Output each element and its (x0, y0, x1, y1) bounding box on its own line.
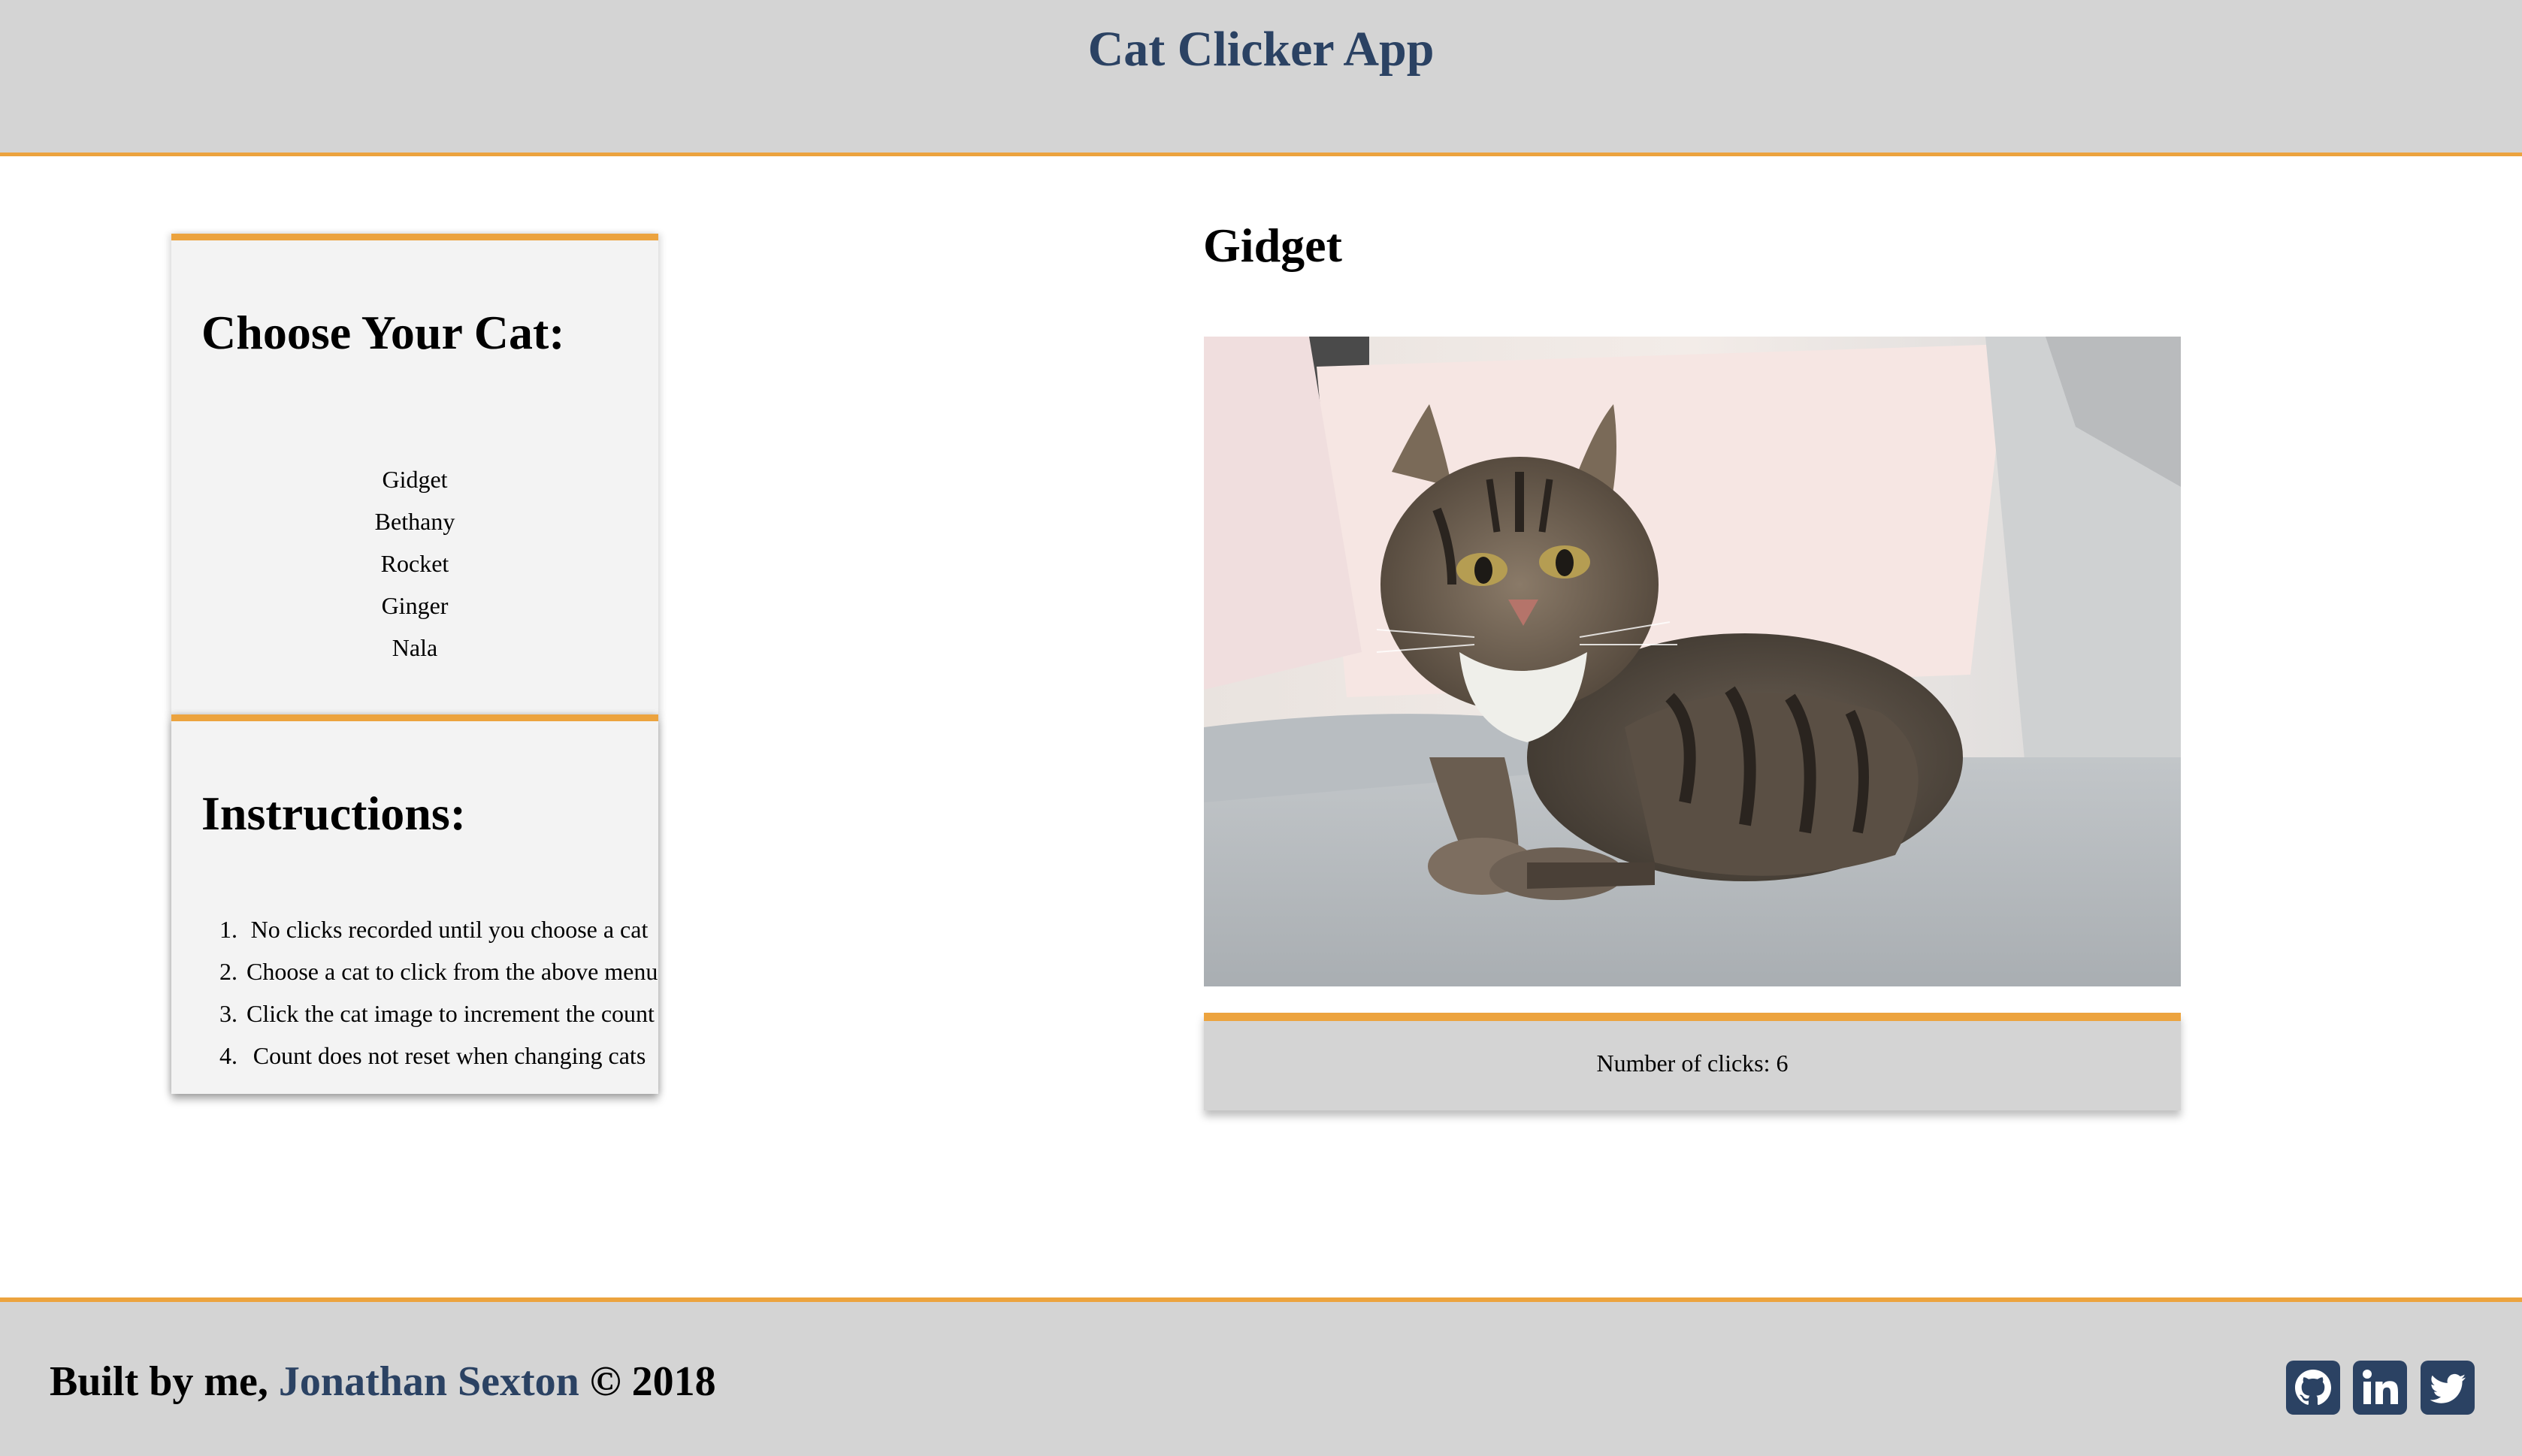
twitter-icon[interactable] (2421, 1361, 2475, 1415)
cat-list-item-nala[interactable]: Nala (171, 627, 658, 669)
clicks-count-text: Number of clicks: 6 (1596, 1050, 1789, 1077)
app-title: Cat Clicker App (1087, 22, 1435, 77)
instruction-text: Choose a cat to click from the above men… (246, 958, 658, 985)
linkedin-icon[interactable] (2353, 1361, 2407, 1415)
clicks-counter: Number of clicks: 6 (1204, 1013, 2181, 1110)
selected-cat-name: Gidget (1203, 219, 1342, 272)
instruction-item: 1. No clicks recorded until you choose a… (171, 908, 658, 950)
cat-menu-panel: Choose Your Cat: Gidget Bethany Rocket G… (171, 234, 658, 716)
instruction-item: 4. Count does not reset when changing ca… (171, 1035, 658, 1077)
footer: Built by me, Jonathan Sexton © 2018 (0, 1297, 2522, 1456)
cat-menu-heading: Choose Your Cat: (201, 306, 565, 359)
instructions-heading: Instructions: (201, 787, 467, 840)
instruction-number: 3. (219, 1000, 237, 1027)
instruction-item: 2. Choose a cat to click from the above … (171, 950, 658, 992)
instruction-number: 2. (219, 958, 237, 985)
instruction-number: 4. (219, 1042, 237, 1069)
footer-prefix: Built by me, (50, 1358, 279, 1405)
footer-credit: Built by me, Jonathan Sexton © 2018 (50, 1358, 716, 1406)
instruction-number: 1. (219, 916, 237, 943)
author-link[interactable]: Jonathan Sexton (279, 1358, 579, 1405)
cat-list-item-bethany[interactable]: Bethany (171, 500, 658, 542)
instruction-item: 3. Click the cat image to increment the … (171, 992, 658, 1035)
instructions-list: 1. No clicks recorded until you choose a… (171, 908, 658, 1077)
cat-image[interactable] (1204, 337, 2181, 986)
instructions-panel: Instructions: 1. No clicks recorded unti… (171, 714, 658, 1094)
instruction-text: Click the cat image to increment the cou… (246, 1000, 655, 1027)
cat-list-item-ginger[interactable]: Ginger (171, 585, 658, 627)
cat-list-item-gidget[interactable]: Gidget (171, 458, 658, 500)
cat-list: Gidget Bethany Rocket Ginger Nala (171, 458, 658, 669)
instruction-text: No clicks recorded until you choose a ca… (250, 916, 649, 943)
instruction-text: Count does not reset when changing cats (253, 1042, 646, 1069)
cat-list-item-rocket[interactable]: Rocket (171, 542, 658, 585)
footer-suffix: © 2018 (579, 1358, 716, 1405)
app-header: Cat Clicker App (0, 0, 2522, 156)
github-icon[interactable] (2286, 1361, 2340, 1415)
